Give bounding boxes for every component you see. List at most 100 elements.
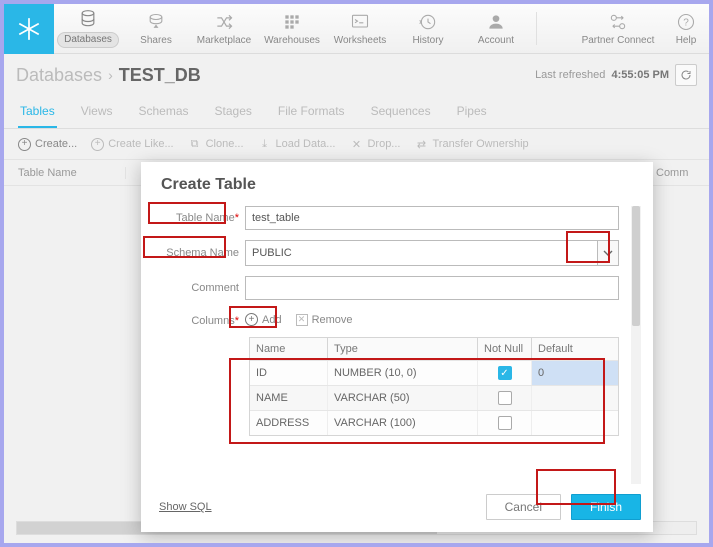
toolbar-separator: [536, 12, 537, 45]
share-icon: [146, 12, 166, 32]
nav-label: Marketplace: [197, 35, 251, 46]
plus-icon: +: [18, 138, 31, 151]
x-icon: ✕: [296, 314, 308, 326]
last-refreshed-label: Last refreshed 4:55:05 PM: [535, 69, 669, 81]
bg-col-table-name[interactable]: Table Name: [16, 167, 126, 179]
tab-tables[interactable]: Tables: [18, 98, 57, 128]
cell-type[interactable]: VARCHAR (50): [328, 386, 478, 410]
tab-schemas[interactable]: Schemas: [136, 98, 190, 128]
nav-partner-connect[interactable]: Partner Connect: [573, 4, 663, 53]
tab-stages[interactable]: Stages: [213, 98, 254, 128]
action-bar: +Create... +Create Like... ⧉Clone... ⤓Lo…: [4, 129, 709, 160]
columns-header: Name Type Not Null Default: [250, 338, 618, 360]
tab-file-formats[interactable]: File Formats: [276, 98, 347, 128]
notnull-checkbox[interactable]: [498, 391, 512, 405]
plus-icon: +: [245, 313, 258, 326]
nav-history[interactable]: History: [394, 4, 462, 53]
col-hdr-notnull: Not Null: [478, 338, 532, 360]
nav-worksheets[interactable]: Worksheets: [326, 4, 394, 53]
drop-icon: ✕: [349, 137, 363, 151]
scrollbar-thumb[interactable]: [632, 206, 640, 326]
notnull-checkbox[interactable]: ✓: [498, 366, 512, 380]
add-column-button[interactable]: +Add: [245, 313, 282, 326]
action-transfer[interactable]: ⇄Transfer Ownership: [414, 137, 528, 151]
cell-default[interactable]: 0: [532, 361, 618, 385]
nav-label: Account: [478, 35, 514, 46]
table-row[interactable]: ID NUMBER (10, 0) ✓ 0: [250, 360, 618, 385]
action-clone[interactable]: ⧉Clone...: [188, 137, 244, 151]
clone-icon: ⧉: [188, 137, 202, 151]
swap-icon: [608, 12, 628, 32]
tab-views[interactable]: Views: [79, 98, 115, 128]
dialog-title: Create Table: [159, 176, 641, 194]
nav-warehouses[interactable]: Warehouses: [258, 4, 326, 53]
schema-select-button[interactable]: [597, 240, 619, 266]
transfer-icon: ⇄: [414, 137, 428, 151]
breadcrumb-name: TEST_DB: [119, 65, 201, 86]
tab-pipes[interactable]: Pipes: [455, 98, 489, 128]
snowflake-icon: [16, 16, 42, 42]
table-row[interactable]: NAME VARCHAR (50): [250, 385, 618, 410]
dialog-footer: Show SQL Cancel Finish: [159, 484, 641, 520]
action-drop[interactable]: ✕Drop...: [349, 137, 400, 151]
label-columns: Columns*: [159, 310, 245, 327]
user-icon: [486, 12, 506, 32]
nav-databases[interactable]: Databases: [54, 4, 122, 53]
svg-text:?: ?: [683, 17, 689, 28]
cell-default[interactable]: [532, 411, 618, 435]
grid-icon: [282, 12, 302, 32]
remove-column-button[interactable]: ✕Remove: [296, 314, 353, 326]
label-comment: Comment: [159, 282, 245, 294]
tab-sequences[interactable]: Sequences: [369, 98, 433, 128]
refresh-icon: [680, 69, 692, 81]
nav-account[interactable]: Account: [462, 4, 530, 53]
schema-select-value[interactable]: PUBLIC: [245, 240, 597, 266]
cancel-button[interactable]: Cancel: [486, 494, 561, 520]
load-icon: ⤓: [258, 137, 272, 151]
cell-name[interactable]: NAME: [250, 386, 328, 410]
nav-label: Help: [676, 35, 697, 46]
breadcrumb-sep: ›: [108, 67, 113, 83]
notnull-checkbox[interactable]: [498, 416, 512, 430]
dialog-scrollbar[interactable]: [631, 206, 641, 484]
cell-default[interactable]: [532, 386, 618, 410]
db-stack-icon: [78, 9, 98, 29]
comment-input[interactable]: [245, 276, 619, 300]
nav-shares[interactable]: Shares: [122, 4, 190, 53]
finish-button[interactable]: Finish: [571, 494, 641, 520]
label-schema-name: Schema Name: [159, 247, 245, 259]
nav-marketplace[interactable]: Marketplace: [190, 4, 258, 53]
plus-icon: +: [91, 138, 104, 151]
nav-label: Databases: [57, 32, 119, 48]
nav-label: Partner Connect: [582, 35, 655, 46]
cell-name[interactable]: ID: [250, 361, 328, 385]
show-sql-link[interactable]: Show SQL: [159, 501, 212, 513]
col-hdr-type: Type: [328, 338, 478, 360]
col-hdr-default: Default: [532, 338, 618, 360]
create-table-dialog: Create Table Table Name* Schema Name PUB…: [141, 162, 653, 532]
table-name-input[interactable]: [245, 206, 619, 230]
columns-table: Name Type Not Null Default ID NUMBER (10…: [249, 337, 619, 436]
cell-name[interactable]: ADDRESS: [250, 411, 328, 435]
bg-col-comment[interactable]: Comm: [647, 167, 697, 179]
action-load[interactable]: ⤓Load Data...: [258, 137, 336, 151]
help-icon: ?: [676, 12, 696, 32]
shuffle-icon: [214, 12, 234, 32]
col-hdr-name: Name: [250, 338, 328, 360]
breadcrumb-row: Databases › TEST_DB Last refreshed 4:55:…: [4, 54, 709, 92]
action-create[interactable]: +Create...: [18, 138, 77, 151]
table-row[interactable]: ADDRESS VARCHAR (100): [250, 410, 618, 435]
cell-type[interactable]: VARCHAR (100): [328, 411, 478, 435]
label-table-name: Table Name*: [159, 212, 245, 224]
terminal-icon: [350, 12, 370, 32]
cell-type[interactable]: NUMBER (10, 0): [328, 361, 478, 385]
snowflake-logo: [4, 4, 54, 54]
action-create-like[interactable]: +Create Like...: [91, 138, 173, 151]
refresh-button[interactable]: [675, 64, 697, 86]
chevron-down-icon: [603, 248, 613, 258]
nav-label: Worksheets: [334, 35, 387, 46]
breadcrumb-root[interactable]: Databases: [16, 65, 102, 86]
object-tabs: Tables Views Schemas Stages File Formats…: [4, 92, 709, 129]
nav-label: History: [412, 35, 443, 46]
nav-help[interactable]: ? Help: [663, 4, 709, 53]
